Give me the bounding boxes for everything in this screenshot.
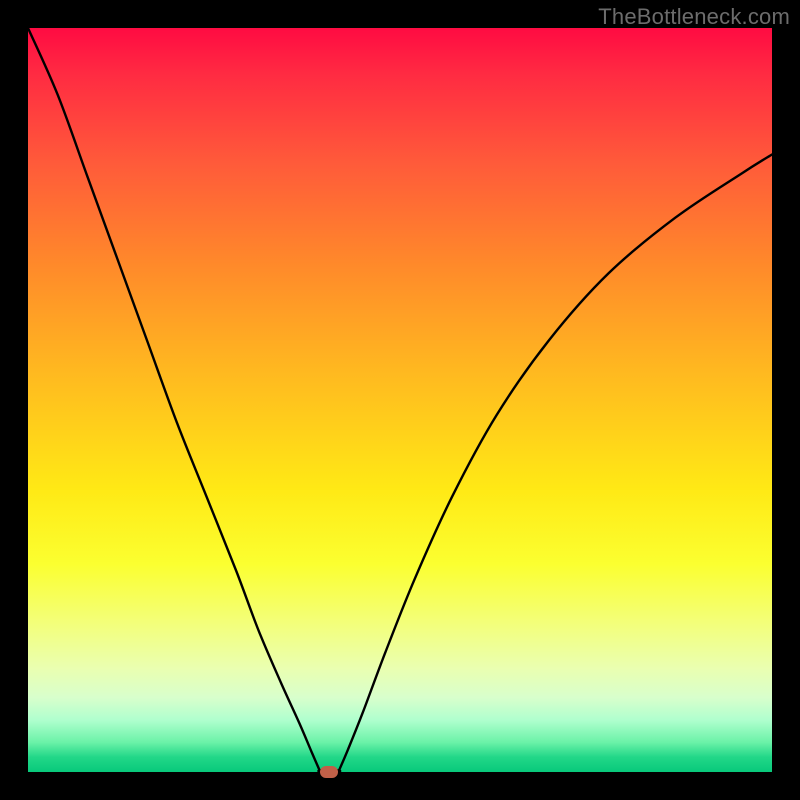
optimum-marker [320, 766, 338, 778]
chart-frame: TheBottleneck.com [0, 0, 800, 800]
bottleneck-curve [28, 28, 772, 772]
watermark-text: TheBottleneck.com [598, 4, 790, 30]
plot-area [28, 28, 772, 772]
